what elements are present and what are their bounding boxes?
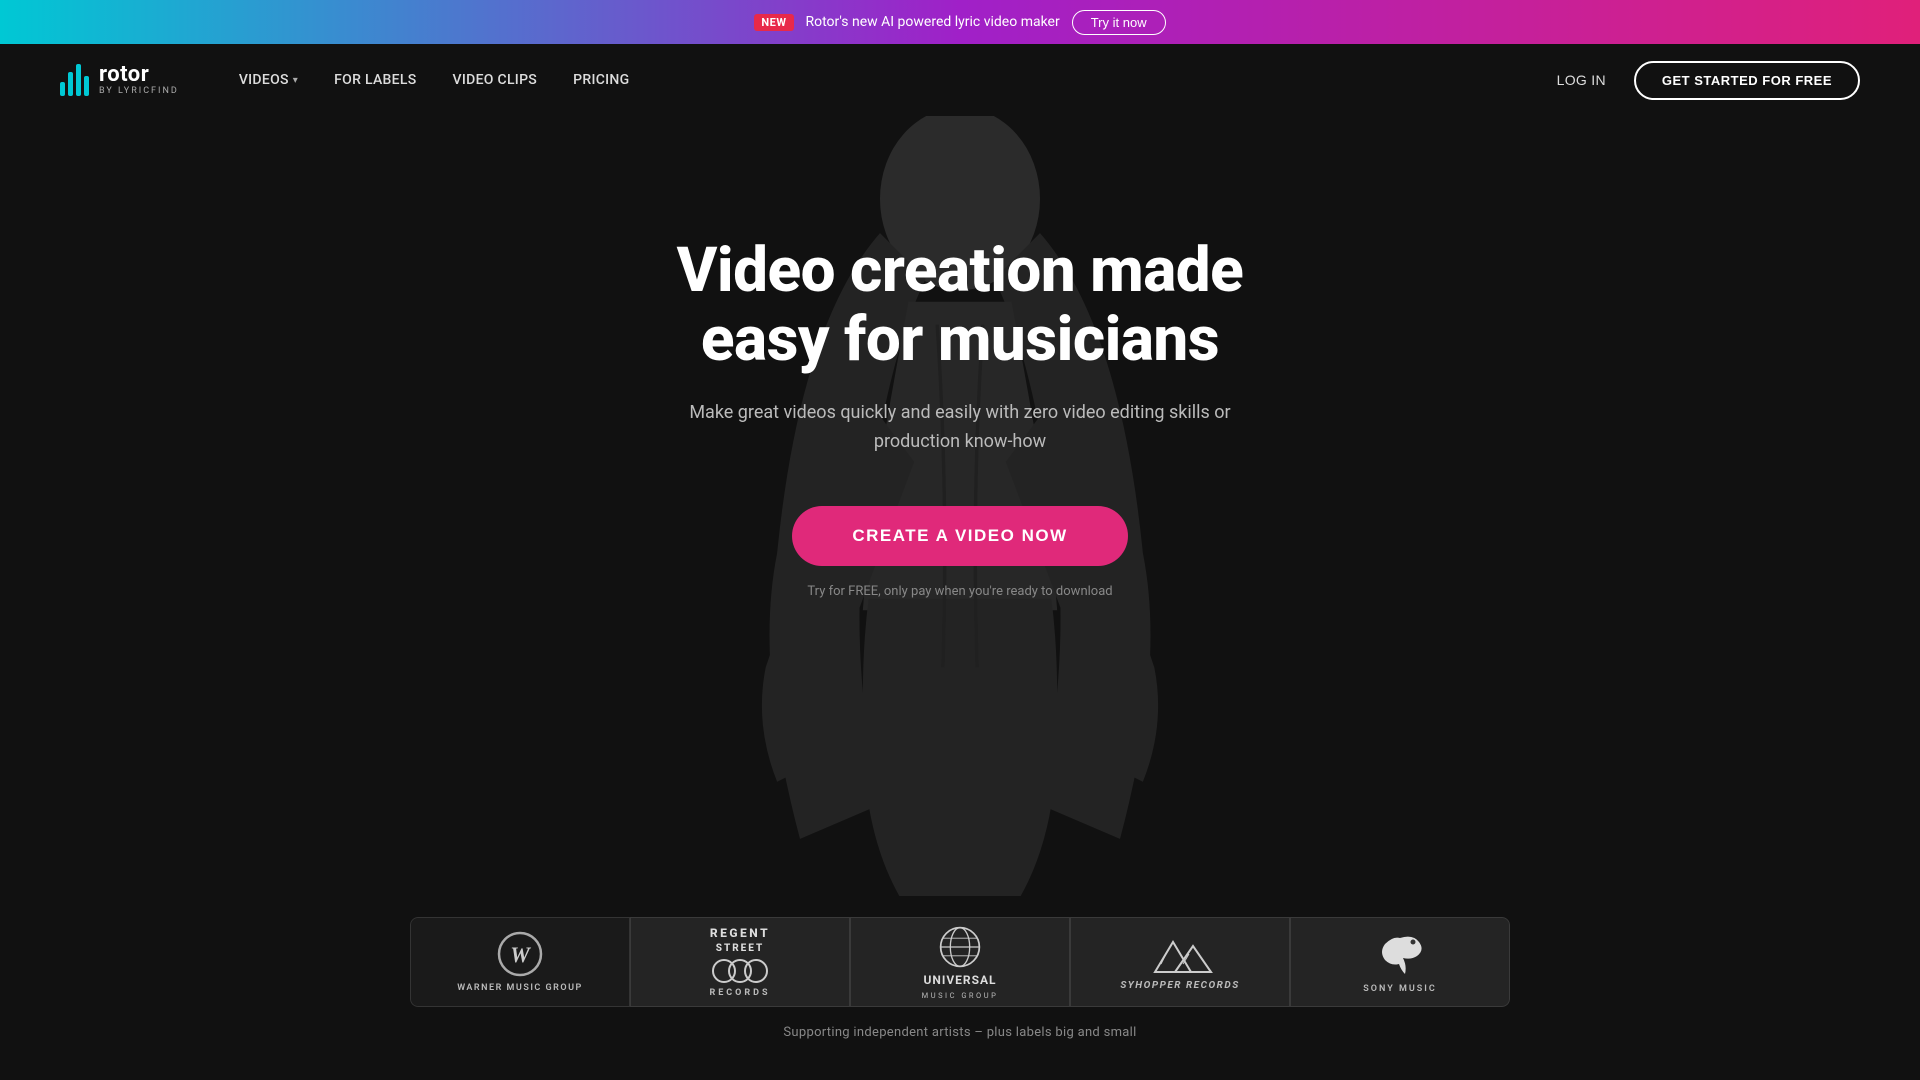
- universal-globe-icon: [938, 925, 982, 969]
- nav-link-pricing[interactable]: PRICING: [573, 72, 629, 88]
- chevron-down-icon: ▾: [293, 75, 298, 86]
- logo-bar-1: [60, 82, 65, 96]
- universal-logo: UNIVERSAL MUSIC GROUP: [922, 925, 999, 1000]
- logo-card-warner: W WARNER MUSIC GROUP: [410, 917, 630, 1007]
- logo-text-area: rotor BY LYRICFIND: [99, 64, 179, 96]
- announcement-text: Rotor's new AI powered lyric video maker: [806, 14, 1060, 30]
- hero-section: Video creation made easy for musicians M…: [0, 116, 1920, 1080]
- sony-logo: SONY MUSIC: [1363, 930, 1436, 994]
- nav-link-video-clips[interactable]: VIDEO CLIPS: [453, 72, 538, 88]
- sony-bird-icon: [1375, 930, 1425, 978]
- regent-records: RECORDS: [709, 988, 770, 998]
- logo-tagline: BY LYRICFIND: [99, 87, 179, 96]
- hero-title: Video creation made easy for musicians: [610, 236, 1310, 375]
- nav-item-video-clips[interactable]: VIDEO CLIPS: [453, 72, 538, 88]
- regent-logo: REGENT STREET RECORDS: [709, 926, 770, 998]
- logo-card-sony: SONY MUSIC: [1290, 917, 1510, 1007]
- try-now-button[interactable]: Try it now: [1072, 10, 1166, 35]
- syhopper-icon: [1145, 934, 1215, 974]
- logo-bar-4: [84, 76, 89, 96]
- supporting-text: Supporting independent artists – plus la…: [783, 1025, 1136, 1040]
- new-badge: NEW: [754, 14, 793, 31]
- logo-bar-2: [68, 72, 73, 96]
- logo-name: rotor: [99, 64, 179, 86]
- logo-bar-3: [76, 64, 81, 96]
- logos-strip: W WARNER MUSIC GROUP REGENT STREET RECOR…: [0, 917, 1920, 1040]
- warner-label: WARNER MUSIC GROUP: [457, 983, 583, 993]
- create-video-button[interactable]: CREATE A VIDEO NOW: [792, 506, 1127, 566]
- logo-card-universal: UNIVERSAL MUSIC GROUP: [850, 917, 1070, 1007]
- sony-label: SONY MUSIC: [1363, 984, 1436, 994]
- nav-links: VIDEOS ▾ FOR LABELS VIDEO CLIPS PRICING: [239, 72, 1557, 88]
- hero-subtitle: Make great videos quickly and easily wit…: [680, 399, 1240, 457]
- regent-title: REGENT: [710, 926, 770, 940]
- warner-logo: W WARNER MUSIC GROUP: [457, 931, 583, 993]
- navbar: rotor BY LYRICFIND VIDEOS ▾ FOR LABELS V…: [0, 44, 1920, 116]
- announcement-bar: NEW Rotor's new AI powered lyric video m…: [0, 0, 1920, 44]
- nav-item-labels[interactable]: FOR LABELS: [334, 72, 416, 88]
- nav-link-videos[interactable]: VIDEOS ▾: [239, 72, 298, 88]
- hero-content: Video creation made easy for musicians M…: [610, 236, 1310, 659]
- get-started-button[interactable]: GET STARTED FOR FREE: [1634, 61, 1860, 100]
- nav-item-pricing[interactable]: PRICING: [573, 72, 629, 88]
- nav-item-videos[interactable]: VIDEOS ▾: [239, 72, 298, 88]
- syhopper-label: Syhopper Records: [1120, 980, 1239, 991]
- logo-link[interactable]: rotor BY LYRICFIND: [60, 64, 179, 96]
- svg-text:W: W: [510, 942, 531, 967]
- regent-circles-icon: [710, 957, 770, 985]
- logo-card-regent: REGENT STREET RECORDS: [630, 917, 850, 1007]
- universal-label: UNIVERSAL: [923, 973, 996, 987]
- logo-card-syhopper: Syhopper Records: [1070, 917, 1290, 1007]
- logo-icon: [60, 64, 89, 96]
- universal-sublabel: MUSIC GROUP: [922, 991, 999, 1000]
- nav-right: LOG IN GET STARTED FOR FREE: [1557, 61, 1860, 100]
- logos-row: W WARNER MUSIC GROUP REGENT STREET RECOR…: [410, 917, 1510, 1007]
- cta-note: Try for FREE, only pay when you're ready…: [807, 584, 1112, 599]
- login-button[interactable]: LOG IN: [1557, 72, 1606, 88]
- regent-street: STREET: [716, 943, 765, 954]
- warner-circle-icon: W: [497, 931, 543, 977]
- nav-link-labels[interactable]: FOR LABELS: [334, 72, 416, 88]
- syhopper-logo: Syhopper Records: [1120, 934, 1239, 991]
